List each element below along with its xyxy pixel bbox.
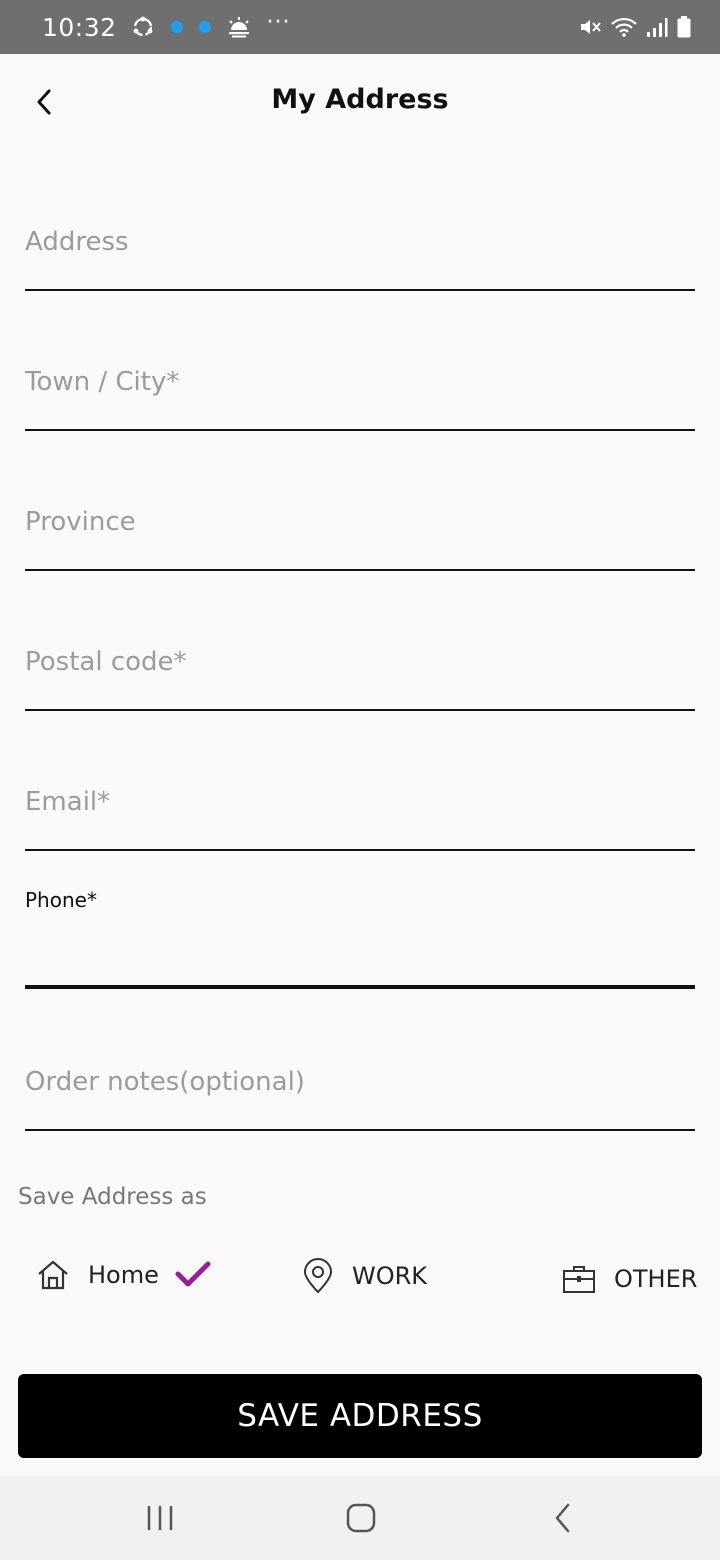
save-address-button[interactable]: SAVE ADDRESS xyxy=(18,1374,702,1458)
province-underline xyxy=(25,569,695,571)
address-input[interactable] xyxy=(25,212,695,272)
email-underline xyxy=(25,849,695,851)
email-field xyxy=(25,772,695,851)
postal-code-input[interactable] xyxy=(25,632,695,692)
other-label: OTHER xyxy=(614,1265,698,1293)
email-input[interactable] xyxy=(25,772,695,832)
location-pin-icon xyxy=(303,1258,333,1294)
town-city-input[interactable] xyxy=(25,352,695,412)
mute-icon xyxy=(578,15,602,39)
phone-label: Phone* xyxy=(25,888,97,912)
app-screen: 10:32 ··· My Address Address Town / City… xyxy=(0,0,720,1560)
notification-dot-icon xyxy=(170,21,183,33)
province-input[interactable] xyxy=(25,492,695,552)
signal-icon xyxy=(646,16,668,38)
recent-apps-icon xyxy=(147,1506,173,1530)
page-title: My Address xyxy=(271,84,449,115)
order-notes-input[interactable] xyxy=(25,1052,695,1112)
recent-apps-button[interactable] xyxy=(130,1498,190,1538)
save-address-as-label: Save Address as xyxy=(18,1184,207,1210)
notes-field xyxy=(25,1052,695,1131)
battery-icon xyxy=(676,15,692,39)
address-field xyxy=(25,212,695,291)
briefcase-icon xyxy=(563,1266,595,1293)
more-notifications-icon: ··· xyxy=(266,10,291,35)
work-label: WORK xyxy=(352,1262,428,1290)
address-type-work[interactable]: WORK xyxy=(302,1258,427,1294)
sync-icon xyxy=(131,15,155,39)
home-nav-button[interactable] xyxy=(331,1498,391,1538)
system-nav-bar xyxy=(0,1476,720,1560)
status-bar: 10:32 ··· xyxy=(0,0,720,54)
status-left-icons: ··· xyxy=(131,10,291,39)
phone-input[interactable] xyxy=(25,925,695,985)
address-underline xyxy=(25,289,695,291)
address-type-other[interactable]: OTHER xyxy=(562,1264,697,1294)
town-field xyxy=(25,352,695,431)
app-header: My Address xyxy=(0,54,720,154)
weather-icon xyxy=(227,16,251,38)
home-label: Home xyxy=(88,1261,159,1289)
status-time: 10:32 xyxy=(42,12,117,42)
wifi-icon xyxy=(610,15,638,39)
province-field xyxy=(25,492,695,571)
back-nav-icon xyxy=(555,1503,570,1533)
back-nav-button[interactable] xyxy=(533,1498,593,1538)
town-underline xyxy=(25,429,695,431)
postal-underline xyxy=(25,709,695,711)
home-nav-icon xyxy=(346,1503,376,1533)
home-icon xyxy=(38,1260,68,1290)
phone-underline xyxy=(25,985,695,989)
notes-underline xyxy=(25,1129,695,1131)
address-type-home[interactable]: Home xyxy=(36,1258,211,1292)
postal-field xyxy=(25,632,695,711)
status-right-icons xyxy=(578,15,692,39)
phone-field xyxy=(25,925,695,989)
notification-dot-icon xyxy=(198,21,211,33)
checkmark-icon xyxy=(175,1261,211,1287)
